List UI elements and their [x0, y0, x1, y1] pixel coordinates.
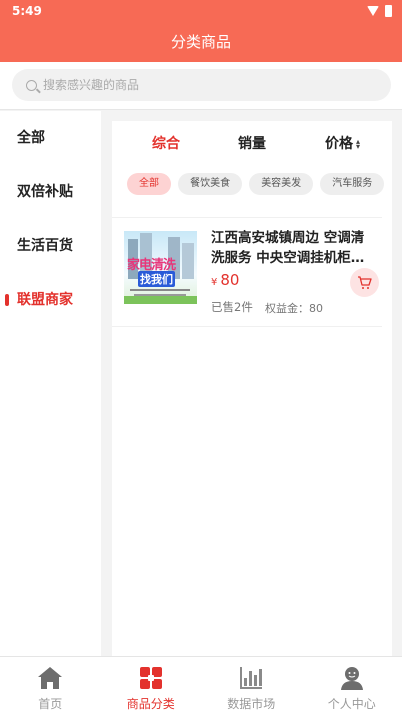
tab-home[interactable]: 首页	[0, 657, 101, 716]
sort-sales[interactable]: 销量	[238, 133, 266, 153]
chip-beauty[interactable]: 美容美发	[249, 173, 314, 195]
home-icon	[38, 667, 63, 689]
image-line	[130, 289, 190, 291]
tab-profile-label: 个人中心	[327, 697, 376, 711]
category-icon	[139, 667, 162, 689]
tab-data-market[interactable]: 数据市场	[201, 657, 302, 716]
search-area	[0, 62, 402, 110]
product-list-panel: 综合 销量 价格 ▴ ▾ 全部 餐饮美食 美容美发 汽车服务 家电清洗 找我们 江西…	[112, 121, 392, 656]
sort-comprehensive[interactable]: 综合	[152, 133, 180, 153]
user-icon	[340, 667, 363, 690]
bottom-tab-bar: 首页 商品分类 数据市场 个人中心	[0, 656, 402, 716]
tab-home-label: 首页	[38, 697, 63, 711]
sidebar-item-alliance-merchants[interactable]: 联盟商家	[0, 273, 101, 327]
currency-symbol: ¥	[211, 277, 218, 288]
cart-icon	[358, 276, 372, 289]
subcategory-chips: 全部 餐饮美食 美容美发 汽车服务	[127, 171, 392, 197]
chip-food[interactable]: 餐饮美食	[178, 173, 243, 195]
search-box[interactable]	[12, 69, 391, 101]
sidebar-item-daily-goods[interactable]: 生活百货	[0, 219, 101, 273]
product-image: 家电清洗 找我们	[124, 231, 197, 304]
sort-price[interactable]: 价格 ▴ ▾	[325, 133, 360, 153]
chip-auto[interactable]: 汽车服务	[320, 173, 385, 195]
chip-all[interactable]: 全部	[127, 173, 171, 195]
sidebar-item-all[interactable]: 全部	[0, 111, 101, 165]
status-time: 5:49	[12, 4, 42, 18]
wifi-icon	[367, 6, 379, 16]
system-icons	[367, 5, 392, 17]
sold-count: 已售2件	[211, 300, 253, 314]
image-subline: 找我们	[138, 271, 175, 287]
product-title: 江西高安城镇周边 空调清洗服务 中央空调挂机柜…	[211, 230, 365, 266]
status-bar: 5:49	[0, 0, 402, 24]
bar-chart-icon	[240, 667, 263, 689]
search-icon	[26, 79, 37, 91]
tab-category-label: 商品分类	[126, 697, 175, 711]
sidebar-item-double-subsidy[interactable]: 双倍补贴	[0, 165, 101, 219]
battery-icon	[385, 5, 392, 17]
tab-category[interactable]: 商品分类	[101, 657, 202, 716]
tab-profile[interactable]: 个人中心	[302, 657, 402, 716]
add-to-cart-button[interactable]	[350, 268, 379, 297]
category-sidebar: 全部 双倍补贴 生活百货 联盟商家	[0, 111, 101, 656]
sort-tabs: 综合 销量 价格 ▴ ▾	[112, 121, 392, 165]
image-grass	[124, 296, 197, 304]
page-title: 分类商品	[0, 24, 402, 62]
sort-arrows-icon: ▴ ▾	[356, 137, 361, 151]
product-card[interactable]: 家电清洗 找我们 江西高安城镇周边 空调清洗服务 中央空调挂机柜… ¥80 已售…	[112, 217, 382, 327]
sort-price-label: 价格	[325, 136, 353, 152]
search-input[interactable]	[43, 78, 343, 92]
tab-data-market-label: 数据市场	[227, 697, 276, 711]
price-value: 80	[220, 271, 240, 289]
image-building	[182, 243, 194, 279]
product-price: ¥80	[211, 271, 239, 289]
bonus-amount: 权益金：80	[265, 302, 323, 315]
